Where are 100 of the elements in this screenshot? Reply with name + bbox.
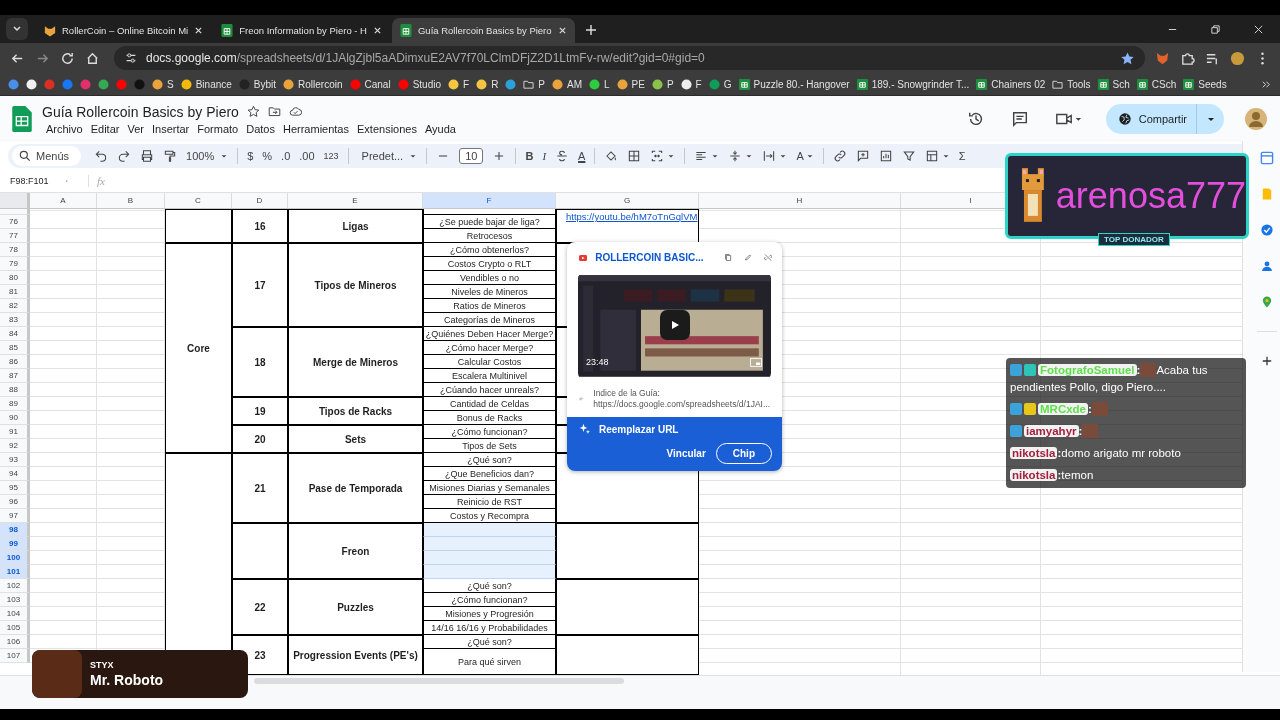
bookmark[interactable]: L [589, 78, 610, 90]
table-cell[interactable]: ¿Quiénes Deben Hacer Merge? [423, 327, 556, 341]
row-number[interactable]: 80 [0, 271, 30, 285]
menu-item[interactable]: Formato [193, 122, 243, 135]
table-cell[interactable]: ¿Qué son? [423, 635, 556, 649]
print-icon[interactable] [140, 149, 155, 163]
text-color-button[interactable]: A [578, 150, 586, 162]
table-cell[interactable]: Categorías de Mineros [423, 313, 556, 327]
bookmark[interactable]: Bybit [238, 78, 277, 90]
bookmark[interactable]: Tools [1052, 78, 1091, 90]
contacts-icon[interactable] [1259, 259, 1274, 273]
table-cell[interactable]: Misiones y Progresión [423, 607, 556, 621]
bold-button[interactable]: B [525, 150, 534, 162]
reload-icon[interactable] [60, 50, 75, 66]
table-cell[interactable]: Retrocesos [423, 229, 556, 243]
share-button[interactable]: Compartir [1105, 104, 1224, 134]
italic-button[interactable]: I [542, 150, 547, 162]
bookmark[interactable]: Sch [1097, 78, 1130, 90]
table-cell[interactable]: Reinicio de RST [423, 495, 556, 509]
close-icon[interactable] [557, 26, 567, 35]
vertical-align-icon[interactable] [728, 149, 743, 163]
row-number[interactable]: 99 [0, 537, 30, 551]
row-number[interactable]: 86 [0, 355, 30, 369]
undo-icon[interactable] [94, 149, 109, 163]
comment-icon[interactable] [1010, 110, 1029, 128]
bookmark[interactable]: AM [552, 78, 583, 90]
row-number[interactable]: 96 [0, 495, 30, 509]
table-cell[interactable]: Niveles de Mineros [423, 285, 556, 299]
sheets-logo[interactable] [12, 106, 32, 132]
fox-icon[interactable] [1155, 50, 1170, 66]
align-left-icon[interactable] [694, 149, 709, 163]
menu-item[interactable]: Editar [86, 122, 124, 135]
column-header[interactable]: G [556, 193, 699, 208]
paint-format-icon[interactable] [163, 149, 178, 163]
column-header[interactable]: A [30, 193, 97, 208]
row-number[interactable]: 83 [0, 313, 30, 327]
video-link[interactable]: https://youtu.be/hM7oTnGqlVM [566, 211, 698, 222]
menu-item[interactable]: Ver [123, 122, 148, 135]
browser-tab[interactable]: Freon Information by Piero - H [213, 18, 390, 43]
table-cell[interactable]: ¿Cómo funcionan? [423, 593, 556, 607]
table-cell[interactable]: Ratios de Mineros [423, 299, 556, 313]
browser-tab[interactable]: RollerCoin – Online Bitcoin Mi [36, 18, 212, 43]
row-number[interactable]: 100 [0, 551, 30, 565]
row-number[interactable]: 89 [0, 397, 30, 411]
decrease-decimal-button[interactable]: .0 [281, 150, 291, 162]
row-number[interactable]: 82 [0, 299, 30, 313]
menu-item[interactable]: Datos [242, 122, 279, 135]
menu-item[interactable]: Archivo [42, 122, 87, 135]
row-number[interactable]: 105 [0, 621, 30, 635]
bookmark[interactable]: F [680, 78, 702, 90]
selected-cell[interactable] [423, 523, 556, 537]
cloud-icon[interactable] [288, 105, 302, 118]
new-tab-icon[interactable] [584, 24, 597, 36]
bookmark[interactable]: P [651, 78, 674, 90]
bookmark[interactable]: R [476, 78, 499, 90]
bookmark[interactable]: Rollercoin [283, 78, 343, 90]
comment-icon[interactable] [855, 149, 870, 163]
table-cell[interactable]: ¿Se puede bajar de liga? [423, 215, 556, 229]
close-icon[interactable] [1253, 24, 1264, 35]
percent-format-button[interactable]: % [262, 150, 273, 162]
redo-icon[interactable] [117, 149, 132, 163]
table-cell[interactable]: ¿Qué son? [423, 579, 556, 593]
row-number[interactable]: 91 [0, 425, 30, 439]
bookmark[interactable]: Puzzle 80.- Hangover [738, 78, 850, 90]
table-cell[interactable]: Bonus de Racks [423, 411, 556, 425]
table-cell[interactable]: 14/16 16/16 y Probabilidades [423, 621, 556, 635]
increase-decimal-button[interactable]: .00 [299, 150, 315, 162]
row-number[interactable]: 81 [0, 285, 30, 299]
fill-color-icon[interactable] [604, 149, 619, 163]
address-bar[interactable]: docs.google.com/spreadsheets/d/1JAlgZjbl5aADimxuE2AV7f70LClmDFjZ2D1LtmFv-rw/edit?gid=0#gid=0 [114, 46, 1145, 70]
currency-format-button[interactable]: $ [247, 150, 254, 162]
table-cell[interactable]: ¿Que Beneficios dan? [423, 467, 556, 481]
bookmark[interactable]: Seeds [1183, 78, 1227, 90]
row-number[interactable]: 106 [0, 635, 30, 649]
table-cell[interactable]: Misiones Diarias y Semanales [423, 481, 556, 495]
functions-button[interactable]: Σ [958, 150, 966, 162]
menu-item[interactable]: Insertar [147, 122, 194, 135]
row-number[interactable]: 78 [0, 243, 30, 257]
edit-icon[interactable] [743, 251, 752, 264]
bookmark[interactable]: S [152, 78, 174, 90]
row-number[interactable]: 84 [0, 327, 30, 341]
star-icon[interactable] [246, 105, 260, 118]
column-header[interactable]: B [97, 193, 165, 208]
row-number[interactable]: 76 [0, 215, 30, 229]
column-header[interactable]: D [232, 193, 288, 208]
browser-tab[interactable]: Guía Rollercoin Basics by Piero [392, 18, 575, 43]
home-icon[interactable] [85, 50, 100, 66]
column-header[interactable]: C [165, 193, 232, 208]
table-cell[interactable]: ¿Cúando hacer unreals? [423, 383, 556, 397]
name-box[interactable]: F98:F101 [10, 176, 68, 186]
document-title[interactable]: Guía Rollercoin Basics by Piero [42, 103, 239, 120]
bookmark[interactable]: CSch [1136, 78, 1177, 90]
strikethrough-icon[interactable] [555, 149, 570, 163]
row-number[interactable]: 79 [0, 257, 30, 271]
selected-cell[interactable] [423, 537, 556, 551]
row-number[interactable]: 102 [0, 579, 30, 593]
selected-cell[interactable] [423, 551, 556, 565]
row-number[interactable]: 92 [0, 439, 30, 453]
table-cell[interactable]: Vendibles o no [423, 271, 556, 285]
table-cell[interactable]: Cantidad de Celdas [423, 397, 556, 411]
